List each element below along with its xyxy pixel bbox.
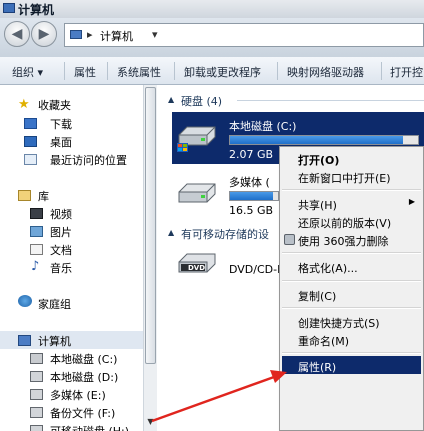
menu-item-360-delete[interactable]: 使用 360强力删除 <box>298 233 389 249</box>
homegroup-icon <box>18 295 32 307</box>
music-icon: ♪ <box>31 259 40 274</box>
open-control-panel-button[interactable]: 打开控 <box>390 64 423 80</box>
sidebar-item-drive-e[interactable]: 多媒体 (E:) <box>50 387 106 403</box>
menu-separator <box>282 252 421 254</box>
drive-f-icon <box>30 407 43 418</box>
forward-button[interactable]: ▶ <box>31 21 57 47</box>
desktop-icon <box>24 136 37 147</box>
dvd-label: DVD <box>188 264 206 272</box>
menu-item-open-new-window[interactable]: 在新窗口中打开(E) <box>298 170 391 186</box>
sidebar-item-drive-d[interactable]: 本地磁盘 (D:) <box>50 369 118 385</box>
menu-item-restore-versions[interactable]: 还原以前的版本(V) <box>298 215 391 231</box>
toolbar-divider <box>64 62 65 80</box>
sidebar-item-favorites[interactable]: 收藏夹 <box>38 97 71 113</box>
sidebar-item-videos[interactable]: 视频 <box>50 206 72 222</box>
sidebar-item-documents[interactable]: 文档 <box>50 242 72 258</box>
sidebar-item-homegroup[interactable]: 家庭组 <box>38 296 71 312</box>
star-icon: ★ <box>18 97 30 112</box>
drive-c-usage-bar <box>229 135 419 145</box>
collapse-icon[interactable]: ▲ <box>168 228 174 237</box>
navigation-pane: ★ 收藏夹 下载 桌面 最近访问的位置 库 视频 图片 文档 ♪ 音乐 家庭组 … <box>0 85 143 431</box>
address-bar[interactable]: ▸ 计算机 ▾ <box>64 23 424 47</box>
drive-c-usage-fill <box>230 136 403 144</box>
drive-h-icon <box>30 425 43 431</box>
downloads-icon <box>24 118 37 129</box>
scroll-down-icon[interactable]: ▼ <box>145 417 156 429</box>
breadcrumb-dropdown-icon[interactable]: ▾ <box>152 28 158 41</box>
menu-separator <box>282 307 421 309</box>
forward-arrow-icon: ▶ <box>38 26 50 42</box>
menu-item-rename[interactable]: 重命名(M) <box>298 333 349 349</box>
menu-item-open[interactable]: 打开(O) <box>298 152 339 168</box>
toolbar-divider <box>381 62 382 80</box>
recent-places-icon <box>24 154 37 165</box>
sidebar-item-recent[interactable]: 最近访问的位置 <box>50 152 127 168</box>
breadcrumb-arrow-icon[interactable]: ▸ <box>87 28 93 41</box>
sidebar-item-drive-h[interactable]: 可移动磁盘 (H:) <box>50 423 129 431</box>
map-drive-button[interactable]: 映射网络驱动器 <box>287 64 364 80</box>
menu-separator <box>282 280 421 282</box>
drive-e-icon <box>30 389 43 400</box>
videos-icon <box>30 208 43 219</box>
sidebar-item-computer[interactable]: 计算机 <box>38 333 71 349</box>
menu-item-properties[interactable]: 属性(R) <box>298 359 336 375</box>
group-divider <box>237 100 424 101</box>
menu-item-share[interactable]: 共享(H) <box>298 197 337 213</box>
menu-item-copy[interactable]: 复制(C) <box>298 288 336 304</box>
drive-e-usage-bar <box>229 191 279 201</box>
toolbar-divider <box>107 62 108 80</box>
computer-icon <box>70 30 82 39</box>
sidebar-item-drive-c[interactable]: 本地磁盘 (C:) <box>50 351 117 367</box>
toolbar-divider <box>277 62 278 80</box>
group-header-hard-disks[interactable]: 硬盘 (4) <box>181 93 222 109</box>
computer-icon <box>18 335 31 346</box>
scrollbar-thumb[interactable] <box>145 87 156 364</box>
hard-drive-icon <box>178 183 216 203</box>
computer-icon <box>3 3 15 13</box>
breadcrumb-computer[interactable]: 计算机 <box>100 28 133 44</box>
documents-icon <box>30 244 43 255</box>
pictures-icon <box>30 226 43 237</box>
hard-drive-icon <box>177 126 216 152</box>
drive-c-icon <box>30 353 43 364</box>
library-icon <box>18 190 31 201</box>
drive-e-name[interactable]: 多媒体 ( <box>229 174 270 190</box>
sidebar-item-library[interactable]: 库 <box>38 188 49 204</box>
drive-e-size: 16.5 GB <box>229 204 274 217</box>
back-button[interactable]: ◀ <box>4 21 30 47</box>
title-bar: 计算机 <box>0 0 424 18</box>
command-bar: 组织 ▾ 属性 系统属性 卸载或更改程序 映射网络驱动器 打开控 <box>0 57 424 85</box>
menu-separator <box>282 352 421 354</box>
drive-e-usage-fill <box>230 192 274 200</box>
sidebar-item-music[interactable]: 音乐 <box>50 260 72 276</box>
uninstall-button[interactable]: 卸载或更改程序 <box>184 64 261 80</box>
sidebar-item-desktop[interactable]: 桌面 <box>50 134 72 150</box>
sidebar-item-drive-f[interactable]: 备份文件 (F:) <box>50 405 115 421</box>
group-header-removable[interactable]: 有可移动存储的设 <box>181 226 269 242</box>
back-arrow-icon: ◀ <box>11 26 23 42</box>
menu-item-create-shortcut[interactable]: 创建快捷方式(S) <box>298 315 380 331</box>
drive-c-size: 2.07 GB <box>229 148 274 161</box>
organize-button[interactable]: 组织 ▾ <box>12 64 43 80</box>
sidebar-item-downloads[interactable]: 下载 <box>50 116 72 132</box>
shredder-icon <box>284 234 295 245</box>
collapse-icon[interactable]: ▲ <box>168 95 174 104</box>
submenu-arrow-icon: ▶ <box>408 197 415 206</box>
nav-scrollbar[interactable]: ▼ <box>143 85 157 431</box>
menu-separator <box>282 189 421 191</box>
context-menu: 打开(O) 在新窗口中打开(E) 共享(H) ▶ 还原以前的版本(V) 使用 3… <box>279 146 424 431</box>
drive-c-name: 本地磁盘 (C:) <box>229 120 297 133</box>
dvd-drive-name[interactable]: DVD/CD-R <box>229 263 285 276</box>
address-row: ◀ ▶ ▸ 计算机 ▾ <box>0 18 424 57</box>
menu-item-format[interactable]: 格式化(A)... <box>298 260 358 276</box>
properties-button[interactable]: 属性 <box>74 64 96 80</box>
drive-d-icon <box>30 371 43 382</box>
sidebar-item-pictures[interactable]: 图片 <box>50 224 72 240</box>
toolbar-divider <box>174 62 175 80</box>
system-properties-button[interactable]: 系统属性 <box>117 64 161 80</box>
window-title: 计算机 <box>18 3 55 17</box>
